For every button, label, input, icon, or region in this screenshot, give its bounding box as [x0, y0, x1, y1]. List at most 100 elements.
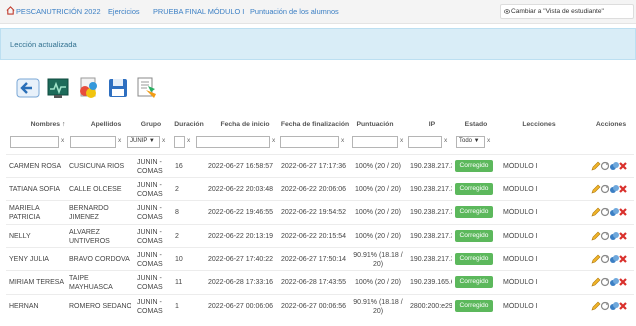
filter-puntuacion[interactable]	[352, 136, 398, 148]
filter-apellidos[interactable]	[70, 136, 116, 148]
cell-ip: 190.239.165.6	[410, 279, 452, 286]
cell-grupo: JUNIN - COMAS	[137, 159, 163, 175]
header-estado[interactable]: Estado	[456, 121, 496, 128]
cell-fin: 2022-06-27 17:50:14	[281, 256, 346, 263]
clear-nombres[interactable]: x	[61, 137, 64, 144]
student-view-label: Cambiar a "Vista de estudiante"	[511, 8, 604, 15]
header-nombres[interactable]: Nombres ↑	[19, 121, 77, 128]
row-divider	[6, 177, 634, 178]
cell-puntuacion: 100% (20 / 20)	[355, 279, 401, 286]
breadcrumb-exercises[interactable]: Ejercicios	[108, 7, 140, 16]
export-icon	[80, 77, 97, 98]
info-alert: Lección actualizada	[0, 28, 636, 60]
cell-puntuacion: 100% (20 / 20)	[355, 233, 401, 240]
breadcrumb: PESCANUTRICIÓN 2022 Ejercicios PRUEBA FI…	[0, 0, 636, 24]
cell-inicio: 2022-06-22 20:03:48	[208, 186, 273, 193]
cell-nombres: HERNAN	[9, 303, 39, 310]
delete-icon[interactable]	[618, 161, 628, 171]
row-divider	[6, 154, 634, 155]
delete-icon[interactable]	[618, 301, 628, 311]
header-grupo[interactable]: Grupo	[134, 121, 168, 128]
header-apellidos[interactable]: Apellidos	[76, 121, 136, 128]
clear-fecha-fin[interactable]: x	[341, 137, 344, 144]
cell-fin: 2022-06-27 17:17:36	[281, 163, 346, 170]
cell-puntuacion: 90.91% (18.18 / 20)	[353, 299, 403, 315]
cell-inicio: 2022-06-27 00:06:06	[208, 303, 273, 310]
clear-fecha-inicio[interactable]: x	[272, 137, 275, 144]
cell-grupo: JUNIN - COMAS	[137, 252, 163, 268]
filter-nombres[interactable]	[10, 136, 59, 148]
cell-apellidos: CUSICUNA RIOS	[69, 163, 125, 170]
clear-duracion[interactable]: x	[187, 137, 190, 144]
delete-icon[interactable]	[618, 207, 628, 217]
cell-lecciones: MÓDULO I	[503, 209, 538, 216]
header-fecha-fin[interactable]: Fecha de finalización	[278, 121, 352, 128]
filter-estado[interactable]: Todo ▼	[456, 136, 485, 148]
cell-nombres: YENY JULIA	[9, 256, 49, 263]
cell-grupo: JUNIN - COMAS	[137, 205, 163, 221]
cell-fin: 2022-06-22 20:06:06	[281, 186, 346, 193]
clear-grupo[interactable]: x	[162, 137, 165, 144]
status-badge: Corregido	[455, 206, 493, 218]
save-button[interactable]	[106, 76, 130, 100]
home-icon[interactable]	[6, 6, 15, 15]
cell-ip: 190.238.217.3	[410, 233, 452, 240]
status-badge: Corregido	[455, 253, 493, 265]
delete-icon[interactable]	[618, 277, 628, 287]
status-badge: Corregido	[455, 230, 493, 242]
export-button[interactable]	[76, 76, 100, 100]
filter-duracion[interactable]	[174, 136, 185, 148]
cell-puntuacion: 90.91% (18.18 / 20)	[353, 252, 403, 268]
stats-button[interactable]	[46, 76, 70, 100]
cell-nombres: TATIANA SOFIA	[9, 186, 61, 193]
header-duracion[interactable]: Duración	[171, 121, 207, 128]
breadcrumb-exam[interactable]: PRUEBA FINAL MÓDULO I	[153, 7, 244, 16]
filter-ip[interactable]	[408, 136, 442, 148]
reports-button[interactable]	[134, 76, 158, 100]
cell-duracion: 8	[175, 209, 179, 216]
clear-puntuacion[interactable]: x	[400, 137, 403, 144]
cell-nombres: CARMEN ROSA	[9, 163, 62, 170]
cell-ip: 190.238.217.3	[410, 209, 452, 216]
cell-ip: 190.238.217.3	[410, 186, 452, 193]
cell-apellidos: ROMERO SEDANO	[69, 303, 131, 310]
cell-puntuacion: 100% (20 / 20)	[355, 163, 401, 170]
cell-grupo: JUNIN - COMAS	[137, 275, 163, 291]
status-badge: Corregido	[455, 183, 493, 195]
row-divider	[6, 200, 634, 201]
cell-inicio: 2022-06-27 16:58:57	[208, 163, 273, 170]
header-ip[interactable]: IP	[412, 121, 452, 128]
cell-apellidos: BERNARDO JIMENEZ	[69, 205, 109, 221]
cell-lecciones: MÓDULO I	[503, 186, 538, 193]
filter-fecha-inicio[interactable]	[196, 136, 270, 148]
header-lecciones[interactable]: Lecciones	[516, 121, 562, 128]
clear-estado[interactable]: x	[487, 137, 490, 144]
chart-icon	[47, 78, 69, 98]
breadcrumb-course[interactable]: PESCANUTRICIÓN 2022	[16, 7, 101, 16]
cell-grupo: JUNIN - COMAS	[137, 229, 163, 245]
row-divider	[6, 247, 634, 248]
cell-duracion: 2	[175, 186, 179, 193]
student-view-button[interactable]: Cambiar a "Vista de estudiante"	[500, 4, 634, 19]
header-fecha-inicio[interactable]: Fecha de inicio	[208, 121, 282, 128]
cell-lecciones: MÓDULO I	[503, 303, 538, 310]
delete-icon[interactable]	[618, 254, 628, 264]
cell-puntuacion: 100% (20 / 20)	[355, 209, 401, 216]
filter-grupo[interactable]: JUNIP ▼	[127, 136, 160, 148]
cell-fin: 2022-06-27 00:06:56	[281, 303, 346, 310]
clear-apellidos[interactable]: x	[118, 137, 121, 144]
back-arrow-icon	[16, 78, 40, 98]
delete-icon[interactable]	[618, 184, 628, 194]
cell-lecciones: MÓDULO I	[503, 163, 538, 170]
clear-ip[interactable]: x	[444, 137, 447, 144]
cell-nombres: NELLY	[9, 233, 31, 240]
breadcrumb-scores[interactable]: Puntuación de los alumnos	[250, 7, 339, 16]
cell-apellidos: ALVAREZ UNTIVEROS	[69, 229, 110, 245]
delete-icon[interactable]	[618, 231, 628, 241]
cell-fin: 2022-06-22 19:54:52	[281, 209, 346, 216]
cell-apellidos: BRAVO CORDOVA	[69, 256, 130, 263]
filter-fecha-fin[interactable]	[280, 136, 339, 148]
status-badge: Corregido	[455, 300, 493, 312]
header-puntuacion[interactable]: Puntuación	[351, 121, 399, 128]
back-button[interactable]	[16, 76, 40, 100]
